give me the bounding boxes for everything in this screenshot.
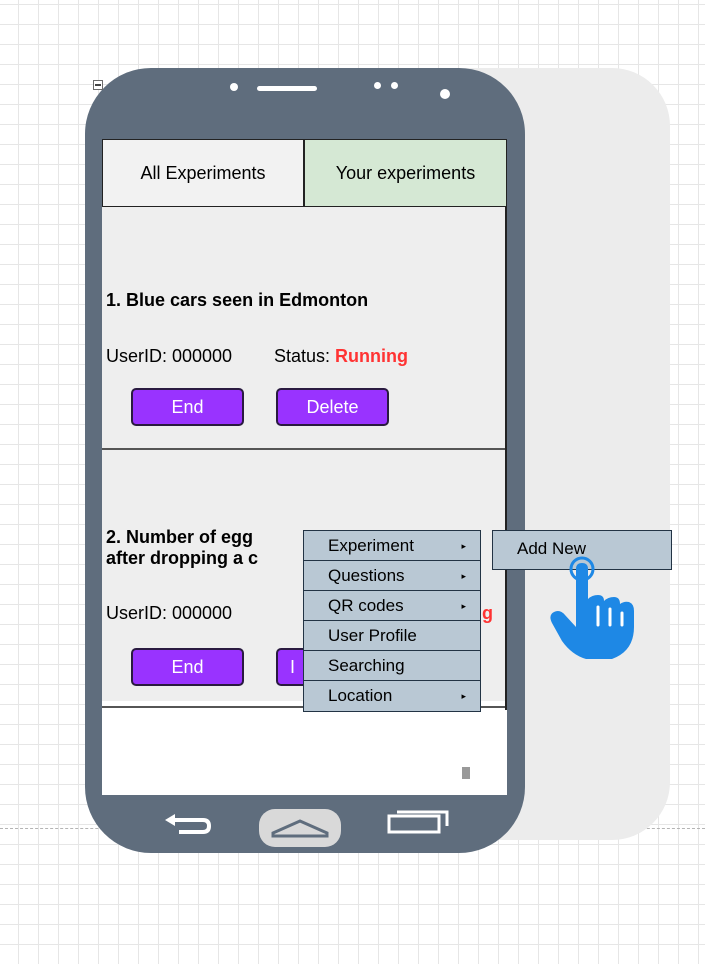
status-value: g [482, 603, 493, 623]
sensor-dot-icon [391, 82, 398, 89]
tab-label: All Experiments [140, 162, 266, 183]
phone-frame: All Experiments Your experiments 1. Blue… [85, 68, 525, 853]
menu-item-experiment[interactable]: Experiment ▸ [304, 531, 480, 561]
experiment-title: 1. Blue cars seen in Edmonton [106, 290, 369, 310]
scroll-indicator[interactable] [462, 767, 470, 779]
camera-dot-icon [230, 83, 238, 91]
pointing-hand-icon [550, 556, 634, 659]
experiment-status: Status: Running [274, 346, 408, 367]
end-button[interactable]: End [131, 648, 244, 686]
experiment-user-id: UserID: 000000 [106, 603, 233, 623]
experiment-title: 2. Number of egg after dropping a c [106, 527, 259, 568]
chevron-right-icon: ▸ [461, 571, 466, 581]
collapse-icon[interactable] [93, 80, 103, 90]
front-camera-icon [440, 89, 450, 99]
recent-apps-icon[interactable] [383, 806, 453, 846]
experiment-card: 1. Blue cars seen in Edmonton UserID: 00… [102, 207, 507, 450]
menu-item-user-profile[interactable]: User Profile [304, 621, 480, 651]
experiment-user-id: UserID: 000000 [106, 346, 233, 366]
menu-item-qr-codes[interactable]: QR codes ▸ [304, 591, 480, 621]
status-label: Status: [274, 346, 336, 366]
chevron-right-icon: ▸ [461, 601, 466, 611]
end-button[interactable]: End [131, 388, 244, 426]
home-icon[interactable] [255, 803, 345, 853]
menu-item-questions[interactable]: Questions ▸ [304, 561, 480, 591]
chevron-right-icon: ▸ [461, 691, 466, 701]
experiment-status: g [482, 603, 493, 624]
back-arrow-icon[interactable] [157, 806, 217, 846]
speaker-grille [257, 86, 317, 91]
tab-your-experiments[interactable]: Your experiments [304, 139, 507, 207]
context-menu: Experiment ▸ Questions ▸ QR codes ▸ User Pr… [303, 530, 481, 712]
menu-item-searching[interactable]: Searching [304, 651, 480, 681]
list-border [505, 207, 507, 710]
tab-label: Your experiments [335, 162, 476, 183]
chevron-right-icon: ▸ [461, 541, 466, 551]
tab-all-experiments[interactable]: All Experiments [102, 139, 304, 207]
sensor-dot-icon [374, 82, 381, 89]
delete-button[interactable]: Delete [276, 388, 389, 426]
status-value: Running [335, 346, 409, 366]
menu-item-location[interactable]: Location ▸ [304, 681, 480, 711]
